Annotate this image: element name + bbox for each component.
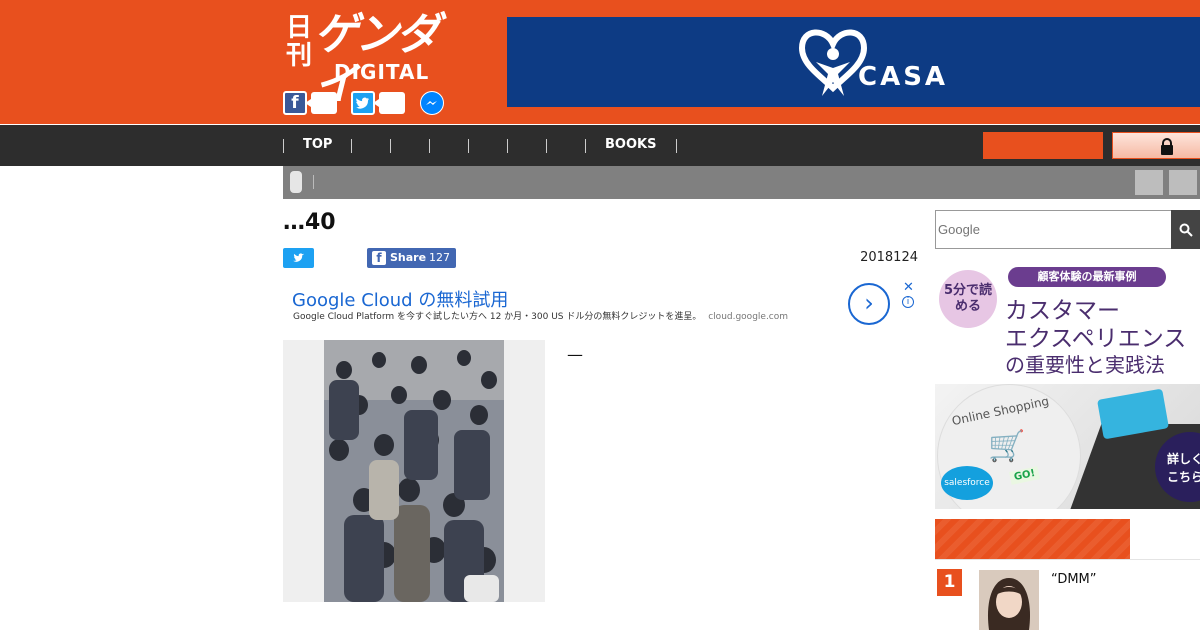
register-button[interactable] — [983, 132, 1103, 159]
ad-illustration: Online Shopping 🛒 GO! salesforce 詳しくはこちら — [935, 384, 1200, 509]
ranking-divider — [935, 559, 1200, 560]
ad-brand-text: CASA — [858, 62, 949, 92]
ranking-item-title[interactable]: “DMM” — [1051, 572, 1097, 587]
ticker-prev-button[interactable] — [1135, 170, 1163, 195]
ad-tag: 顧客体験の最新事例 — [1008, 267, 1166, 287]
ranking-thumbnail[interactable] — [979, 570, 1039, 630]
article-lead-dash: — — [567, 345, 583, 364]
twitter-icon[interactable] — [351, 91, 375, 115]
share-count: 127 — [429, 251, 450, 264]
article-headline: …40 — [283, 210, 336, 235]
nav-item-top[interactable]: TOP — [303, 137, 332, 152]
google-ad-description-text: Google Cloud Platform を今すぐ試したい方へ 12 か月・3… — [293, 312, 702, 322]
facebook-share-group[interactable]: f — [283, 91, 337, 115]
search-button[interactable] — [1171, 210, 1200, 249]
site-search — [935, 210, 1172, 249]
nav-item-books[interactable]: BOOKS — [605, 137, 656, 152]
ticker-next-button[interactable] — [1169, 170, 1197, 195]
twitter-icon — [292, 253, 305, 262]
google-ad-url[interactable]: cloud.google.com — [708, 312, 788, 322]
article-date: 2018124 — [860, 250, 918, 265]
messenger-share[interactable] — [420, 91, 444, 115]
salesforce-logo: salesforce — [941, 466, 993, 500]
shopping-cart-icon: 🛒 — [988, 429, 1026, 464]
sidebar-ad[interactable]: 5分で読める 顧客体験の最新事例 カスタマー エクスペリエンス の重要性と実践法… — [935, 259, 1200, 509]
logo-kanji: 日刊 — [286, 13, 313, 71]
main-nav: TOP BOOKS — [0, 124, 1200, 166]
facebook-icon[interactable]: f — [283, 91, 307, 115]
tweet-button[interactable] — [283, 248, 314, 268]
lock-icon — [1161, 138, 1173, 155]
search-input[interactable] — [936, 211, 1171, 248]
news-ticker-bar — [283, 166, 1200, 199]
share-label: Share — [390, 251, 427, 264]
twitter-count-bubble — [373, 92, 405, 114]
messenger-icon[interactable] — [420, 91, 444, 115]
info-icon[interactable]: i — [902, 296, 914, 308]
ad-headline-line2: エクスペリエンス — [1005, 326, 1187, 352]
close-icon[interactable]: ✕ — [903, 280, 914, 295]
twitter-share-group[interactable] — [351, 91, 405, 115]
facebook-share-button[interactable]: f Share 127 — [367, 248, 456, 268]
search-icon — [1179, 223, 1193, 237]
ticker-pause-icon[interactable] — [290, 171, 302, 193]
site-header: 日刊 ゲンダイ DIGITAL f CASA — [0, 0, 1200, 124]
article-photo[interactable] — [324, 340, 504, 602]
ad-read-time-badge: 5分で読める — [939, 270, 997, 328]
site-logo[interactable]: 日刊 ゲンダイ DIGITAL — [284, 10, 464, 110]
google-ad-description: Google Cloud Platform を今すぐ試したい方へ 12 か月・3… — [293, 309, 788, 322]
ranking-number: 1 — [937, 569, 962, 596]
facebook-count-bubble — [305, 92, 337, 114]
chevron-right-icon[interactable]: › — [848, 283, 890, 325]
login-button[interactable] — [1112, 132, 1200, 159]
ranking-header — [935, 519, 1130, 559]
ad-headline-line3: の重要性と実践法 — [1005, 353, 1165, 377]
logo-sub: DIGITAL — [334, 60, 430, 84]
facebook-icon: f — [372, 251, 386, 265]
